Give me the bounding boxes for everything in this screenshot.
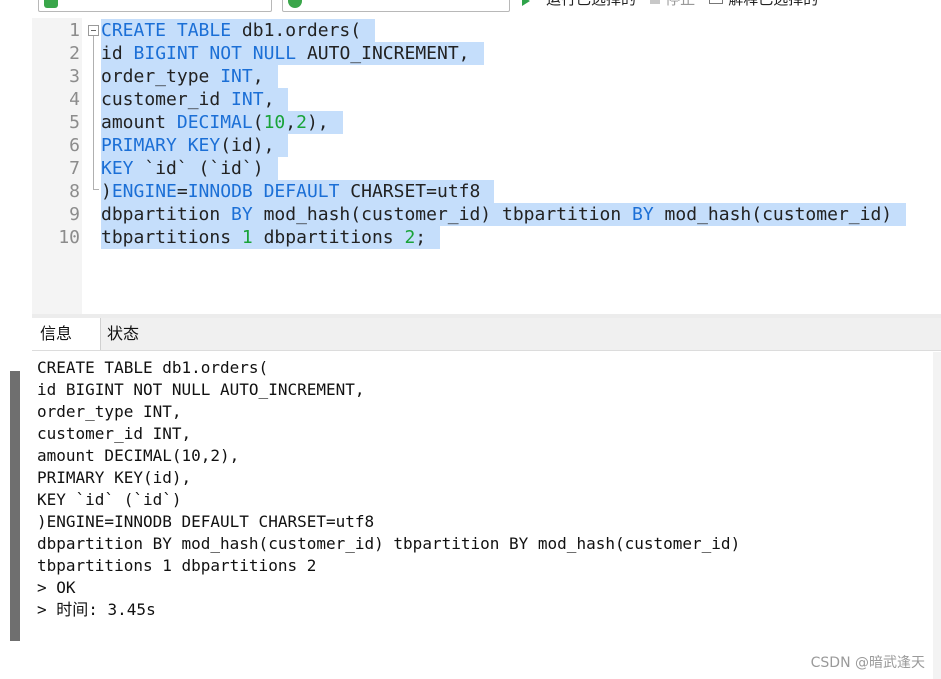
output-line: KEY `id` (`id`) <box>37 490 182 509</box>
stop-label: 停止 <box>665 0 695 8</box>
code-text: KEY `id` (`id`) <box>101 157 278 180</box>
line-number: 1 <box>69 20 80 41</box>
line-number: 10 <box>58 227 80 248</box>
line-number: 7 <box>69 158 80 179</box>
output-line: PRIMARY KEY(id), <box>37 468 192 487</box>
result-tabs: 信息 状态 <box>32 318 941 351</box>
toolbar: 运行已选择的 停止 解释已选择的 <box>0 0 941 12</box>
code-line[interactable]: 6 PRIMARY KEY(id), <box>32 134 941 157</box>
left-panel-scrollbar[interactable] <box>10 371 20 641</box>
fold-guide-end <box>93 189 99 190</box>
database-select[interactable] <box>282 0 510 12</box>
output-line: CREATE TABLE db1.orders( <box>37 358 269 377</box>
sql-editor[interactable]: 1 CREATE TABLE db1.orders( 2 id BIGINT N… <box>32 18 941 314</box>
code-line[interactable]: 1 CREATE TABLE db1.orders( <box>32 19 941 42</box>
line-number: 9 <box>69 204 80 225</box>
line-number: 4 <box>69 89 80 110</box>
line-number: 3 <box>69 66 80 87</box>
connection-select[interactable] <box>38 0 272 12</box>
watermark: CSDN @暗武逢天 <box>810 655 925 671</box>
code-text: tbpartitions 1 dbpartitions 2; <box>101 226 441 249</box>
output-time-line: > 时间: 3.45s <box>37 600 156 619</box>
output-line: id BIGINT NOT NULL AUTO_INCREMENT, <box>37 380 365 399</box>
output-scroll-track[interactable] <box>933 352 941 679</box>
fold-guide <box>93 36 94 189</box>
play-icon[interactable] <box>522 0 530 6</box>
output-line: )ENGINE=INNODB DEFAULT CHARSET=utf8 <box>37 512 375 531</box>
explain-label: 解释已选择的 <box>728 0 818 8</box>
explain-icon <box>709 0 724 4</box>
tab-status[interactable]: 状态 <box>99 318 169 350</box>
code-text: id BIGINT NOT NULL AUTO_INCREMENT, <box>101 42 484 65</box>
run-selected-label: 运行已选择的 <box>546 0 636 8</box>
code-text: dbpartition BY mod_hash(customer_id) tbp… <box>101 203 907 226</box>
code-line[interactable]: 3 order_type INT, <box>32 65 941 88</box>
stop-icon <box>650 0 661 4</box>
output-line: dbpartition BY mod_hash(customer_id) tbp… <box>37 534 741 553</box>
output-line: customer_id INT, <box>37 424 192 443</box>
code-line[interactable]: 8 )ENGINE=INNODB DEFAULT CHARSET=utf8 <box>32 180 941 203</box>
output-line: amount DECIMAL(10,2), <box>37 446 240 465</box>
output-line: tbpartitions 1 dbpartitions 2 <box>37 556 317 575</box>
tab-info[interactable]: 信息 <box>32 318 101 350</box>
output-line: order_type INT, <box>37 402 182 421</box>
line-number: 6 <box>69 135 80 156</box>
run-selected-button[interactable]: 运行已选择的 停止 解释已选择的 <box>546 0 818 9</box>
fold-toggle-icon[interactable] <box>88 25 99 36</box>
code-text: order_type INT, <box>101 65 278 88</box>
message-output: CREATE TABLE db1.orders( id BIGINT NOT N… <box>32 351 941 679</box>
line-number: 8 <box>69 181 80 202</box>
connection-icon <box>44 0 58 8</box>
code-text: amount DECIMAL(10,2), <box>101 111 343 134</box>
code-line[interactable]: 2 id BIGINT NOT NULL AUTO_INCREMENT, <box>32 42 941 65</box>
output-status-line: > OK <box>37 578 76 597</box>
line-number: 2 <box>69 43 80 64</box>
code-text: PRIMARY KEY(id), <box>101 134 289 157</box>
code-line[interactable]: 7 KEY `id` (`id`) <box>32 157 941 180</box>
code-text: )ENGINE=INNODB DEFAULT CHARSET=utf8 <box>101 180 495 203</box>
code-text: CREATE TABLE db1.orders( <box>101 19 376 42</box>
code-line[interactable]: 10 tbpartitions 1 dbpartitions 2; <box>32 226 941 249</box>
code-text: customer_id INT, <box>101 88 289 111</box>
code-line[interactable]: 9 dbpartition BY mod_hash(customer_id) t… <box>32 203 941 226</box>
code-line[interactable]: 4 customer_id INT, <box>32 88 941 111</box>
line-number: 5 <box>69 112 80 133</box>
code-line[interactable]: 5 amount DECIMAL(10,2), <box>32 111 941 134</box>
